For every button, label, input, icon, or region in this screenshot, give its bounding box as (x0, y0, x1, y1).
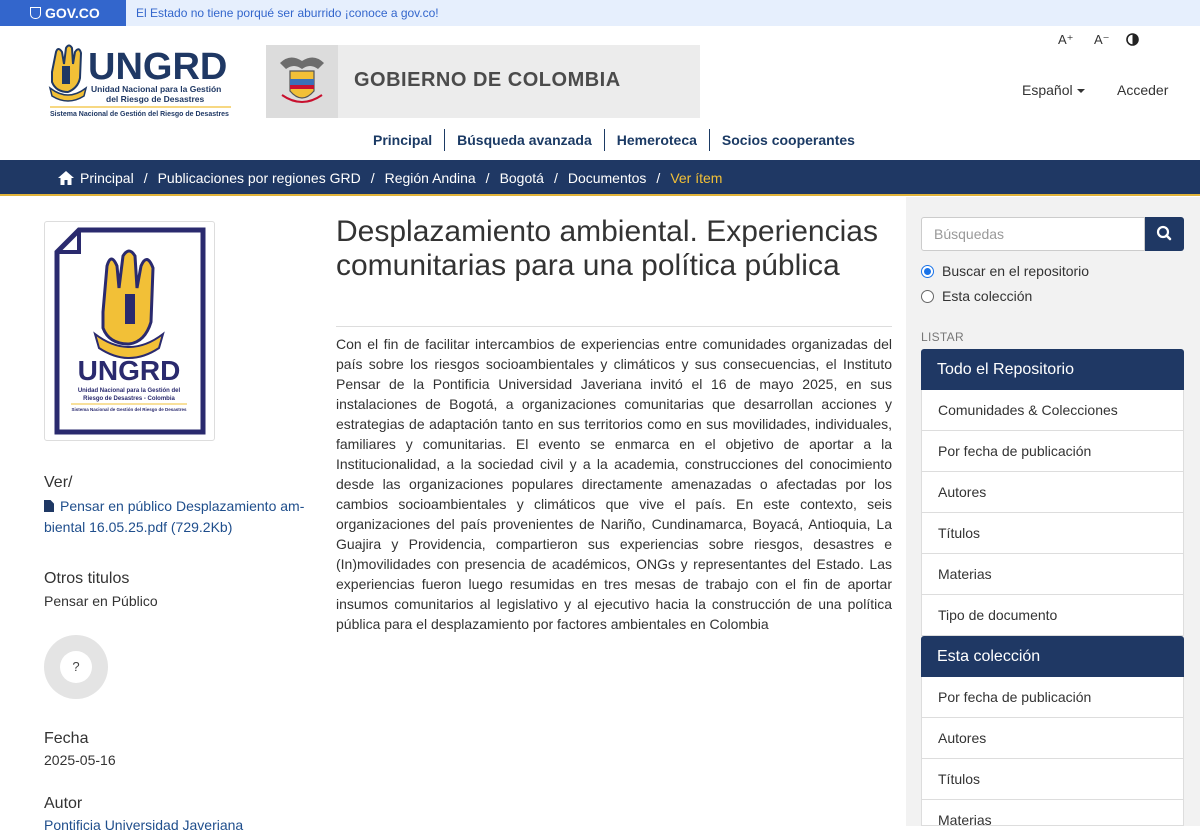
crumb-separator: / (553, 170, 558, 186)
repo-item-fecha[interactable]: Por fecha de publicación (921, 431, 1184, 472)
radio-search-collection[interactable]: Esta colección (921, 288, 1032, 304)
crumb-separator: / (143, 170, 148, 186)
other-titles-label: Otros titulos (44, 570, 130, 587)
govco-logo[interactable]: GOV.CO (0, 0, 126, 26)
item-abstract: Con el fin de facilitar intercambios de … (336, 336, 892, 632)
author-link[interactable]: Pontificia Universidad Javeriana (44, 817, 243, 833)
radio-unselected-icon (921, 289, 934, 303)
radio-collection-label: Esta colección (942, 288, 1033, 304)
font-increase-button[interactable]: A⁺ (1058, 32, 1074, 48)
logo-name: UNGRD (88, 46, 227, 88)
contrast-icon[interactable] (1126, 33, 1139, 46)
crumb-principal[interactable]: Principal (80, 170, 134, 186)
logo-sub: Sistema Nacional de Gestión del Riesgo d… (50, 111, 229, 118)
nav-principal[interactable]: Principal (361, 129, 446, 151)
crumb-publicaciones[interactable]: Publicaciones por regiones GRD (158, 170, 361, 186)
language-label: Español (1022, 82, 1073, 98)
gobierno-text: GOBIERNO DE COLOMBIA (354, 69, 621, 91)
thumb-line2: Riesgo de Desastres - Colombia (83, 396, 175, 402)
crumb-region-andina[interactable]: Región Andina (385, 170, 476, 186)
caret-down-icon (1076, 89, 1085, 94)
file-link-text: Pensar en público Desplazamiento am-bien… (44, 498, 305, 535)
repo-item-tipo-documento[interactable]: Tipo de documento (921, 595, 1184, 636)
crumb-separator: / (370, 170, 375, 186)
search-button[interactable] (1145, 217, 1184, 251)
collection-item-fecha[interactable]: Por fecha de publicación (921, 677, 1184, 718)
logo-line2: del Riesgo de Desastres (106, 94, 205, 104)
language-selector[interactable]: Español (1022, 82, 1085, 98)
repo-item-materias[interactable]: Materias (921, 554, 1184, 595)
repo-item-comunidades[interactable]: Comunidades & Colecciones (921, 390, 1184, 431)
repo-item-titulos[interactable]: Títulos (921, 513, 1184, 554)
coat-of-arms-icon (266, 45, 338, 118)
item-title: Desplazamiento ambiental. Experiencias c… (336, 215, 878, 282)
altmetric-score: ? (60, 651, 92, 683)
govco-logo-text: GOV.CO (45, 5, 100, 21)
listar-heading: LISTAR (921, 330, 964, 344)
view-label: Ver/ (44, 474, 73, 491)
nav-socios-cooperantes[interactable]: Socios cooperantes (710, 129, 867, 151)
login-link[interactable]: Acceder (1117, 82, 1168, 98)
breadcrumb: Principal / Publicaciones por regiones G… (0, 160, 1200, 196)
author-label: Autor (44, 795, 83, 812)
repo-item-autores[interactable]: Autores (921, 472, 1184, 513)
radio-selected-icon (921, 264, 934, 278)
search-input[interactable]: Búsquedas (921, 217, 1145, 251)
gobierno-banner[interactable]: GOBIERNO DE COLOMBIA (266, 45, 700, 118)
other-titles-value: Pensar en Público (44, 593, 158, 609)
govco-shield-icon (30, 7, 41, 19)
search-icon (1156, 225, 1172, 241)
file-icon (44, 500, 54, 512)
altmetric-badge[interactable]: ? (44, 635, 108, 699)
ungrd-logo[interactable]: UNGRD Unidad Nacional para la Gestión de… (48, 44, 234, 120)
nav-hemeroteca[interactable]: Hemeroteca (605, 129, 710, 151)
main-nav: Principal Búsqueda avanzada Hemeroteca S… (361, 129, 867, 151)
logo-line1: Unidad Nacional para la Gestión (91, 84, 221, 94)
item-thumbnail[interactable]: UNGRD Unidad Nacional para la Gestión de… (44, 221, 215, 441)
thumb-name: UNGRD (78, 355, 181, 386)
thumb-line1: Unidad Nacional para la Gestión del (78, 388, 181, 394)
crumb-documentos[interactable]: Documentos (568, 170, 647, 186)
title-divider (336, 326, 892, 327)
repo-panel-heading: Todo el Repositorio (921, 349, 1184, 390)
crumb-separator: / (656, 170, 661, 186)
date-label: Fecha (44, 730, 89, 747)
file-link[interactable]: Pensar en público Desplazamiento am-bien… (44, 496, 314, 538)
thumb-sub: Sistema Nacional de Gestión del Riesgo d… (71, 407, 187, 412)
crumb-current: Ver ítem (670, 170, 723, 186)
collection-item-materias[interactable]: Materias (921, 800, 1184, 828)
govco-message[interactable]: El Estado no tiene porqué ser aburrido ¡… (136, 6, 439, 20)
crumb-separator: / (485, 170, 490, 186)
home-icon[interactable] (58, 171, 74, 185)
collection-item-titulos[interactable]: Títulos (921, 759, 1184, 800)
collection-item-autores[interactable]: Autores (921, 718, 1184, 759)
nav-busqueda-avanzada[interactable]: Búsqueda avanzada (445, 129, 605, 151)
font-decrease-button[interactable]: A⁻ (1094, 32, 1110, 48)
date-value: 2025-05-16 (44, 752, 116, 768)
radio-search-repository[interactable]: Buscar en el repositorio (921, 263, 1089, 279)
collection-panel-heading: Esta colección (921, 636, 1184, 677)
radio-repo-label: Buscar en el repositorio (942, 263, 1090, 279)
crumb-bogota[interactable]: Bogotá (500, 170, 544, 186)
gov-bar: GOV.CO El Estado no tiene porqué ser abu… (0, 0, 1200, 26)
